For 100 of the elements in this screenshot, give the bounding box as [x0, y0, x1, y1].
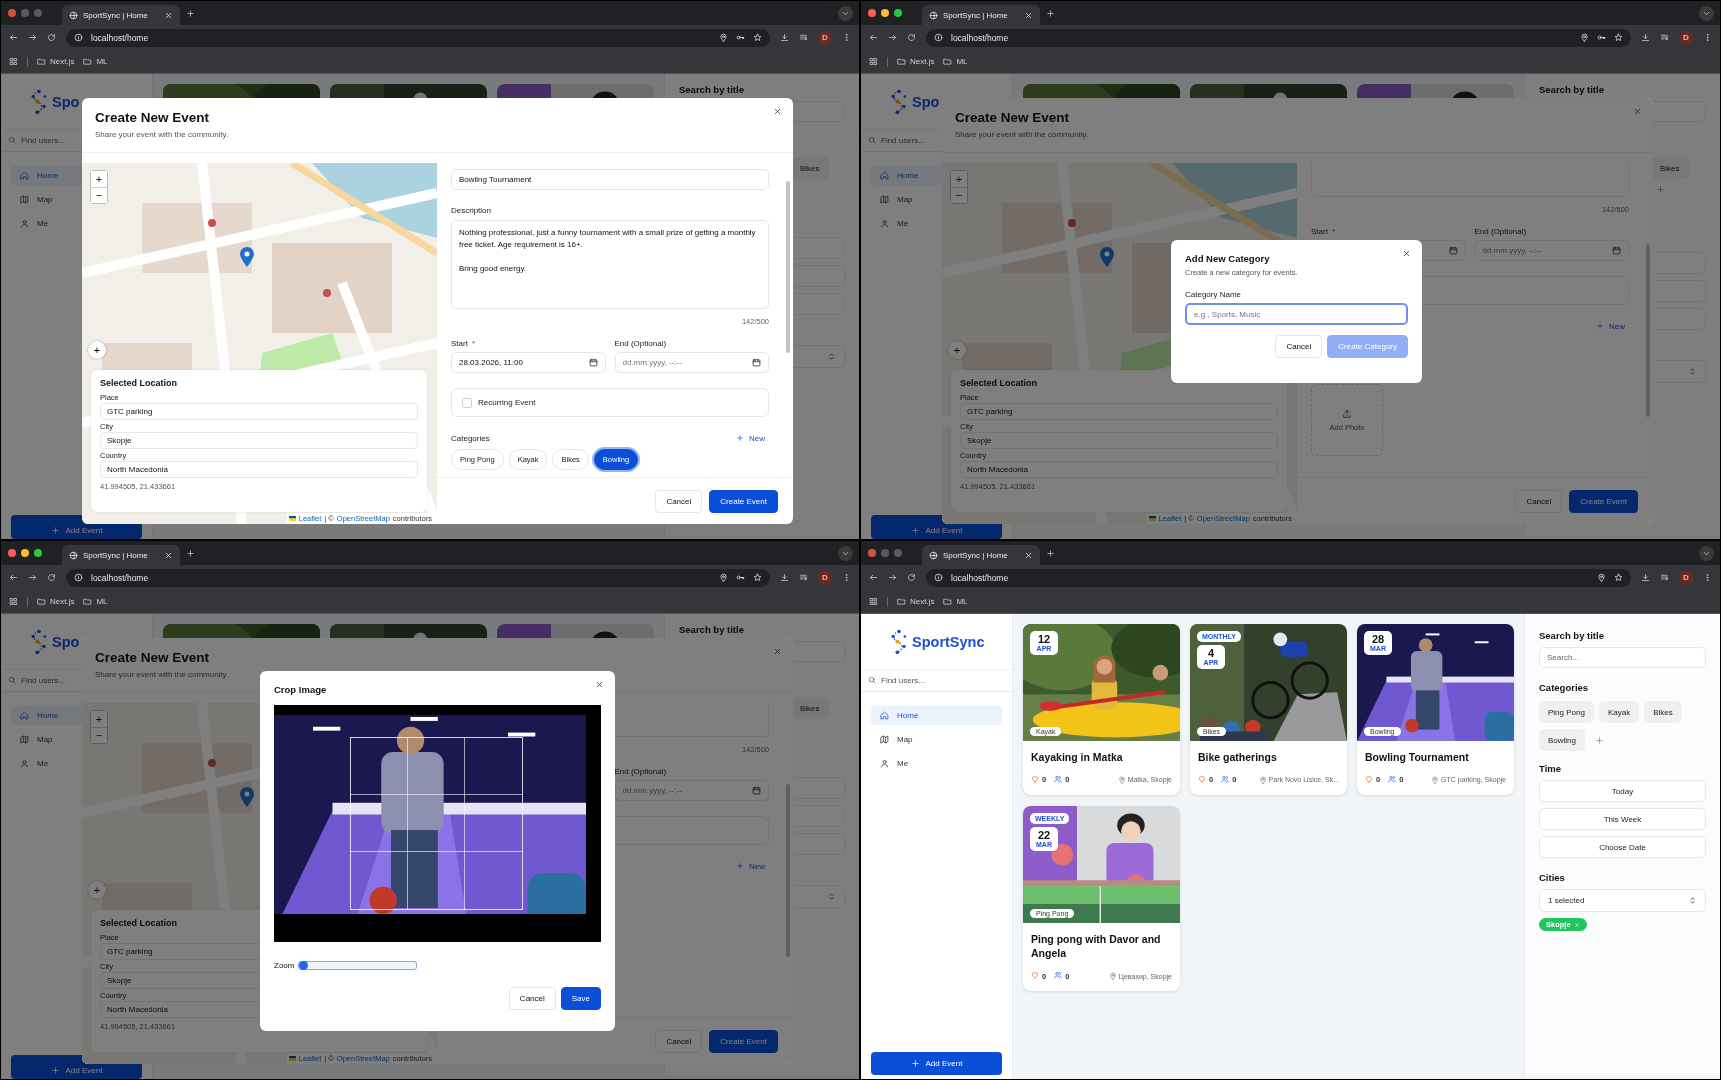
location-field[interactable]: GTC parking [960, 403, 1278, 420]
time-filter-button[interactable]: This Week [1539, 808, 1706, 830]
browser-tab[interactable]: SportSync | Home [922, 545, 1040, 565]
bookmark[interactable]: Next.js [897, 597, 935, 606]
user-search-field[interactable]: Find users... [861, 130, 929, 151]
chevron-down-icon[interactable] [838, 545, 853, 561]
user-search-field[interactable]: Find users... [1, 130, 69, 151]
back-icon[interactable] [869, 573, 878, 582]
window-control[interactable] [868, 9, 876, 17]
address-bar[interactable]: localhost/home [926, 28, 1631, 47]
checkbox[interactable] [462, 397, 472, 408]
menu-icon[interactable] [1703, 33, 1712, 42]
reload-icon[interactable] [47, 33, 56, 42]
title-field[interactable]: Bowling Tournament [451, 169, 769, 190]
zoom-out-button[interactable]: − [91, 187, 107, 203]
profile-avatar[interactable]: D [818, 570, 832, 585]
bookmark[interactable]: ML [943, 57, 968, 66]
window-control[interactable] [881, 9, 889, 17]
map-pin-icon[interactable] [1100, 247, 1114, 267]
close-icon[interactable] [1633, 107, 1642, 116]
user-search-field[interactable]: Find users... [861, 670, 1012, 691]
star-icon[interactable] [753, 573, 762, 582]
nav-item[interactable]: Home [871, 706, 1002, 725]
key-icon[interactable] [736, 573, 745, 582]
media-icon[interactable] [799, 33, 808, 42]
cancel-button[interactable]: Cancel [1515, 489, 1563, 513]
browser-tab[interactable]: SportSync | Home [922, 5, 1040, 25]
window-control[interactable] [8, 549, 16, 557]
location-icon[interactable] [719, 33, 728, 42]
city-select[interactable]: 1 selected [1539, 889, 1706, 912]
media-icon[interactable] [1660, 573, 1669, 582]
forward-icon[interactable] [28, 33, 37, 42]
category-chip[interactable]: Bikes [791, 157, 829, 179]
bookmark[interactable]: ML [83, 597, 108, 606]
window-control[interactable] [34, 549, 42, 557]
nav-item[interactable]: Map [11, 190, 89, 209]
category-chip[interactable]: Bowling [1539, 729, 1585, 751]
category-chip[interactable]: Bikes [791, 697, 829, 719]
menu-icon[interactable] [842, 33, 851, 42]
browser-tab[interactable]: SportSync | Home [62, 5, 180, 25]
location-field[interactable]: North Macedonia [100, 461, 418, 478]
plus-icon[interactable] [1046, 8, 1055, 18]
nav-item[interactable]: Map [11, 730, 89, 749]
chevron-down-icon[interactable] [1699, 5, 1714, 21]
reload-icon[interactable] [47, 573, 56, 582]
bookmark[interactable]: Next.js [37, 57, 75, 66]
cancel-button[interactable]: Cancel [1275, 335, 1323, 358]
plus-icon[interactable] [186, 8, 195, 18]
reload-icon[interactable] [907, 33, 916, 42]
cancel-button[interactable]: Cancel [655, 489, 703, 513]
location-field[interactable]: Skopje [100, 432, 418, 449]
end-date-field[interactable]: dd.mm.yyyy, --:-- [614, 352, 769, 373]
location-icon[interactable] [719, 573, 728, 582]
close-icon[interactable] [1024, 550, 1033, 560]
forward-icon[interactable] [888, 33, 897, 42]
window-control[interactable] [894, 9, 902, 17]
plus-icon[interactable] [186, 548, 195, 558]
end-date-field[interactable]: dd.mm.yyyy, --:-- [1474, 240, 1629, 261]
bookmark[interactable]: ML [943, 597, 968, 606]
close-icon[interactable] [773, 107, 782, 116]
nav-item[interactable]: Me [11, 214, 89, 233]
plus-icon[interactable] [1046, 548, 1055, 558]
download-icon[interactable] [1641, 33, 1650, 42]
media-icon[interactable] [1660, 33, 1669, 42]
close-icon[interactable] [1024, 10, 1033, 20]
create-event-button[interactable]: Create Event [1569, 489, 1638, 513]
description-field[interactable]: Nothing professional, just a funny tournament with a small prize of getting a monthly free ticket. Age requirement is 16+. Bring good energy. [451, 220, 769, 309]
menu-icon[interactable] [842, 573, 851, 582]
create-event-button[interactable]: Create Event [709, 489, 778, 513]
location-icon[interactable] [1597, 573, 1606, 582]
category-chip[interactable]: Bikes [1644, 701, 1682, 723]
close-icon[interactable] [164, 550, 173, 560]
location-field[interactable]: North Macedonia [960, 461, 1278, 478]
download-icon[interactable] [780, 33, 789, 42]
category-chip[interactable]: Bikes [1651, 157, 1689, 179]
forward-icon[interactable] [888, 573, 897, 582]
create-event-button[interactable]: Create Event [709, 1029, 778, 1053]
apps-icon[interactable] [9, 57, 18, 66]
address-bar[interactable]: localhost/home [66, 568, 770, 587]
address-bar[interactable]: localhost/home [66, 28, 770, 47]
location-field[interactable]: Skopje [960, 432, 1278, 449]
save-button[interactable]: Save [560, 987, 601, 1010]
cancel-button[interactable]: Cancel [508, 987, 556, 1010]
nav-item[interactable]: Me [871, 754, 1002, 773]
nav-item[interactable]: Me [11, 754, 89, 773]
star-icon[interactable] [1614, 33, 1623, 42]
nav-item[interactable]: Map [871, 730, 1002, 749]
media-icon[interactable] [799, 573, 808, 582]
zoom-out-button[interactable]: − [951, 187, 967, 203]
bookmark[interactable]: Next.js [37, 597, 75, 606]
time-filter-button[interactable]: Today [1539, 780, 1706, 802]
apps-icon[interactable] [9, 597, 18, 606]
back-icon[interactable] [9, 33, 18, 42]
new-category-button[interactable]: New [732, 433, 769, 443]
category-chip[interactable]: Ping Pong [1539, 701, 1594, 723]
profile-avatar[interactable]: D [1679, 570, 1693, 585]
window-control[interactable] [21, 549, 29, 557]
apps-icon[interactable] [869, 57, 878, 66]
forward-icon[interactable] [28, 573, 37, 582]
new-category-button[interactable]: New [732, 861, 769, 871]
